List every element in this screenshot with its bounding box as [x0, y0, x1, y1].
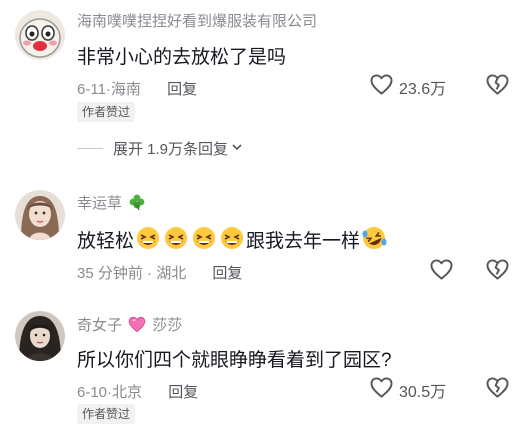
expand-replies-label: 展开 1.9万条回复 [113, 141, 229, 158]
comment-date: 6-11 [77, 81, 106, 98]
divider [77, 148, 103, 149]
comment-text: 所以你们四个就眼睁睁看着到了园区? [77, 350, 392, 371]
reply-button[interactable]: 回复 [212, 265, 242, 282]
avatar[interactable] [15, 10, 65, 60]
comment-date: 6-10 [77, 384, 108, 401]
dislike-button[interactable] [486, 74, 509, 100]
laughing-face-icon [163, 226, 189, 256]
username[interactable]: 海南噗噗捏捏好看到爆服装有限公司 [77, 10, 317, 31]
laughing-face-icon [219, 226, 245, 256]
laughing-face-icon [135, 226, 161, 256]
like-button[interactable] [430, 259, 453, 285]
chevron-down-icon [231, 140, 243, 157]
heart-outline-icon [370, 377, 393, 403]
username-text: 奇女子 [77, 317, 123, 334]
avatar[interactable] [15, 311, 65, 361]
reply-button[interactable]: 回复 [168, 384, 198, 401]
username[interactable]: 幸运草 [77, 192, 146, 215]
username[interactable]: 奇女子 莎莎 [77, 314, 182, 337]
comment-location: 海南 [110, 81, 141, 98]
broken-heart-icon [486, 377, 509, 402]
comment-meta: 6-11·海南 回复 [77, 81, 198, 98]
like-button[interactable]: 23.6万 [370, 74, 446, 100]
heart-outline-icon [370, 74, 393, 100]
rolling-laughing-face-icon [361, 226, 387, 256]
comment-meta: 35 分钟前 · 湖北 回复 [77, 265, 243, 282]
broken-heart-icon [486, 259, 509, 284]
pink-heart-icon [128, 316, 146, 337]
comment-location: 北京 [112, 384, 143, 401]
dislike-button[interactable] [486, 259, 509, 285]
comment-text-prefix: 放轻松 [77, 231, 135, 252]
like-count: 30.5万 [399, 384, 447, 401]
comment-date: 35 分钟前 [77, 265, 143, 282]
comment-text-suffix: 跟我去年一样 [246, 231, 361, 252]
dislike-button[interactable] [486, 377, 509, 403]
comment-location: 湖北 [156, 265, 187, 282]
username-suffix: 莎莎 [152, 317, 183, 334]
laughing-face-icon [191, 226, 217, 256]
broken-heart-icon [486, 74, 509, 99]
heart-outline-icon [430, 259, 453, 285]
author-liked-badge: 作者赞过 [77, 404, 136, 424]
comment-text: 放轻松 跟我去年一样 [77, 226, 388, 256]
comment-meta: 6-10·北京 回复 [77, 384, 199, 401]
comment-text: 非常小心的去放松了是吗 [77, 47, 287, 68]
like-button[interactable]: 30.5万 [370, 377, 446, 403]
avatar[interactable] [15, 190, 65, 240]
four-leaf-clover-icon [128, 193, 146, 215]
username-text: 幸运草 [77, 195, 123, 212]
author-liked-badge: 作者赞过 [77, 102, 136, 122]
reply-button[interactable]: 回复 [167, 81, 197, 98]
expand-replies-button[interactable]: 展开 1.9万条回复 [77, 138, 243, 159]
like-count: 23.6万 [399, 81, 447, 98]
